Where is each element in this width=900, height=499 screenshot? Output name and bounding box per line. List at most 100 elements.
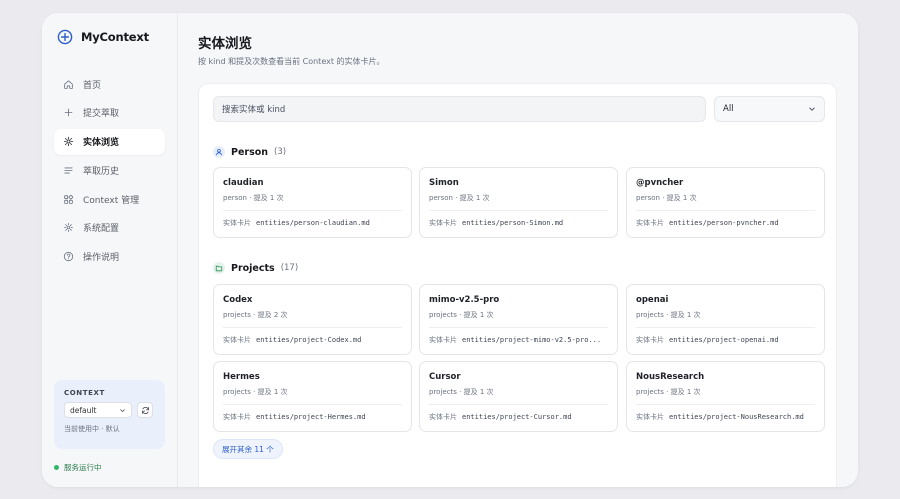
card-divider bbox=[429, 327, 608, 328]
entity-meta: projects · 提及 1 次 bbox=[429, 311, 494, 319]
entity-card[interactable]: mimo-v2.5-pro projects · 提及 1 次 实体卡片 enti… bbox=[419, 284, 618, 355]
entity-meta: person · 提及 1 次 bbox=[429, 194, 490, 202]
entity-card[interactable]: openai projects · 提及 1 次 实体卡片 entities/pr… bbox=[626, 284, 825, 355]
entity-title: Cursor bbox=[429, 372, 461, 382]
sidebar-item-entity-browse[interactable]: 实体浏览 bbox=[54, 128, 165, 155]
entity-file-path: entities/project-openai.md bbox=[669, 336, 779, 344]
sidebar-item-label: 首页 bbox=[83, 80, 102, 91]
context-panel: CONTEXT default 当前使用中 · 默认 bbox=[54, 380, 165, 449]
search-input[interactable]: 搜索实体或 kind bbox=[213, 96, 706, 122]
entity-file-path: entities/project-Hermes.md bbox=[256, 413, 366, 421]
section-header-person: Person (3) bbox=[213, 146, 286, 158]
card-divider bbox=[223, 404, 402, 405]
entity-card[interactable]: Hermes projects · 提及 1 次 实体卡片 entities/pr… bbox=[213, 361, 412, 432]
brand[interactable]: MyContext bbox=[57, 29, 149, 45]
entity-card[interactable]: Simon person · 提及 1 次 实体卡片 entities/perso… bbox=[419, 167, 618, 238]
entity-card[interactable]: Cursor projects · 提及 1 次 实体卡片 entities/pr… bbox=[419, 361, 618, 432]
sidebar-item-instructions[interactable]: 操作说明 bbox=[54, 244, 165, 270]
entity-file-label: 实体卡片 bbox=[223, 336, 251, 344]
chevron-down-icon bbox=[809, 107, 815, 111]
sidebar-item-label: 萃取历史 bbox=[83, 166, 120, 177]
card-divider bbox=[223, 210, 402, 211]
kind-filter-value: All bbox=[723, 104, 734, 114]
entity-file-label: 实体卡片 bbox=[223, 219, 251, 227]
context-status: 当前使用中 · 默认 bbox=[64, 425, 120, 433]
entity-meta: projects · 提及 2 次 bbox=[223, 311, 288, 319]
entity-title: mimo-v2.5-pro bbox=[429, 295, 500, 305]
kind-filter-select[interactable]: All bbox=[714, 96, 825, 122]
plus-icon bbox=[64, 108, 73, 117]
entity-panel: 搜索实体或 kind All Person (3) claudian perso… bbox=[198, 83, 837, 487]
expand-more-button[interactable]: 展开其余 11 个 bbox=[213, 439, 283, 459]
grid-icon bbox=[64, 194, 74, 204]
entity-file-label: 实体卡片 bbox=[636, 219, 664, 227]
gear-icon bbox=[64, 223, 73, 233]
folder-icon bbox=[213, 262, 225, 274]
section-name: Projects bbox=[231, 262, 275, 274]
plus-circle-logo-icon bbox=[57, 29, 73, 45]
section-count: (3) bbox=[274, 147, 287, 157]
sidebar-item-label: 实体浏览 bbox=[83, 138, 120, 149]
list-icon bbox=[64, 167, 73, 174]
entity-meta: projects · 提及 1 次 bbox=[429, 388, 494, 396]
entity-file-label: 实体卡片 bbox=[223, 413, 251, 421]
sidebar-item-submit-extraction[interactable]: 提交萃取 bbox=[54, 100, 165, 126]
section-header-projects: Projects (17) bbox=[213, 262, 298, 274]
page-title: 实体浏览 bbox=[198, 36, 252, 52]
entity-file-label: 实体卡片 bbox=[429, 219, 457, 227]
context-selected-value: default bbox=[70, 405, 97, 415]
entity-title: Codex bbox=[223, 295, 253, 305]
status-dot-icon bbox=[54, 465, 59, 470]
person-icon bbox=[213, 146, 225, 158]
main-content: 实体浏览 按 kind 和提及次数查看当前 Context 的实体卡片。 搜索实… bbox=[178, 13, 858, 487]
entity-title: Simon bbox=[429, 178, 459, 188]
entity-title: Hermes bbox=[223, 372, 260, 382]
card-divider bbox=[636, 327, 815, 328]
entity-title: @pvncher bbox=[636, 178, 684, 188]
sidebar-item-label: Context 管理 bbox=[83, 195, 140, 206]
entity-file-path: entities/project-mimo-v2.5-pro... bbox=[462, 336, 602, 344]
help-icon bbox=[63, 252, 74, 262]
service-status: 服务运行中 bbox=[54, 462, 102, 473]
entity-file-path: entities/person-pvncher.md bbox=[669, 219, 779, 227]
entity-title: NousResearch bbox=[636, 372, 705, 382]
context-refresh-button[interactable] bbox=[137, 402, 153, 418]
entity-card[interactable]: NousResearch projects · 提及 1 次 实体卡片 entit… bbox=[626, 361, 825, 432]
sidebar-item-home[interactable]: 首页 bbox=[54, 71, 165, 97]
chevron-down-icon bbox=[120, 408, 125, 412]
entity-meta: projects · 提及 1 次 bbox=[223, 388, 288, 396]
sparkle-icon bbox=[63, 136, 74, 147]
sidebar-item-context-manage[interactable]: Context 管理 bbox=[54, 186, 165, 212]
sidebar-item-extraction-history[interactable]: 萃取历史 bbox=[54, 157, 165, 183]
home-icon bbox=[64, 79, 73, 89]
entity-meta: projects · 提及 1 次 bbox=[636, 388, 701, 396]
entity-meta: person · 提及 1 次 bbox=[223, 194, 284, 202]
entity-file-label: 实体卡片 bbox=[636, 413, 664, 421]
card-divider bbox=[223, 327, 402, 328]
entity-meta: person · 提及 1 次 bbox=[636, 194, 697, 202]
entity-file-path: entities/project-Cursor.md bbox=[462, 413, 572, 421]
context-title: CONTEXT bbox=[64, 389, 105, 397]
card-divider bbox=[636, 404, 815, 405]
sidebar: MyContext 首页 提交萃取 实体浏览 萃取历史 Context 管理 系… bbox=[42, 13, 178, 487]
app-name: MyContext bbox=[81, 30, 149, 44]
sidebar-item-system-config[interactable]: 系统配置 bbox=[54, 215, 165, 241]
entity-card[interactable]: @pvncher person · 提及 1 次 实体卡片 entities/pe… bbox=[626, 167, 825, 238]
context-select[interactable]: default bbox=[64, 402, 132, 418]
entity-card[interactable]: Codex projects · 提及 2 次 实体卡片 entities/pro… bbox=[213, 284, 412, 355]
sidebar-nav: 首页 提交萃取 实体浏览 萃取历史 Context 管理 系统配置 操作说明 bbox=[54, 71, 165, 273]
sidebar-item-label: 提交萃取 bbox=[83, 109, 120, 120]
entity-title: openai bbox=[636, 295, 669, 305]
entity-file-label: 实体卡片 bbox=[429, 413, 457, 421]
search-placeholder: 搜索实体或 kind bbox=[222, 105, 286, 115]
service-status-label: 服务运行中 bbox=[64, 463, 102, 472]
section-name: Person bbox=[231, 146, 269, 158]
entity-file-path: entities/project-NousResearch.md bbox=[669, 413, 804, 421]
entity-card[interactable]: claudian person · 提及 1 次 实体卡片 entities/pe… bbox=[213, 167, 412, 238]
refresh-icon bbox=[141, 406, 149, 414]
page-subtitle: 按 kind 和提及次数查看当前 Context 的实体卡片。 bbox=[198, 57, 385, 66]
card-divider bbox=[429, 210, 608, 211]
entity-title: claudian bbox=[223, 178, 264, 188]
card-divider bbox=[636, 210, 815, 211]
entity-file-path: entities/person-claudian.md bbox=[256, 219, 370, 227]
